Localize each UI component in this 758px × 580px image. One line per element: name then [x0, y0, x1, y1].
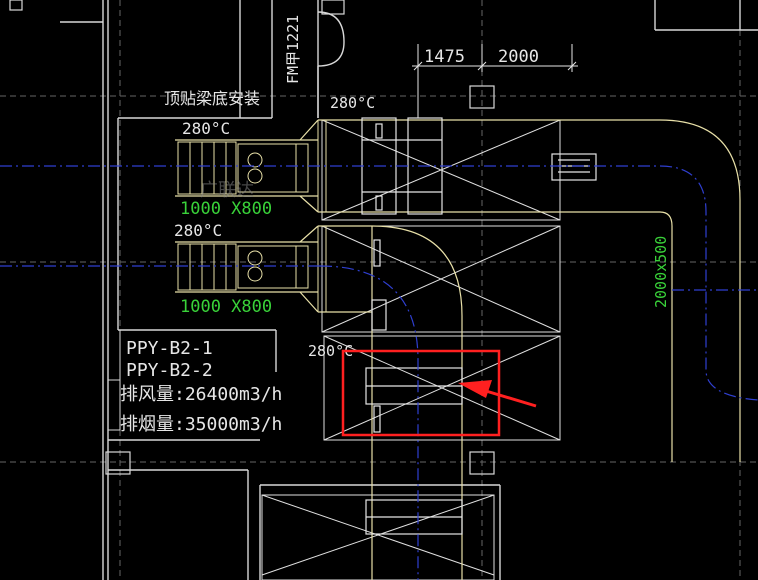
duct-size-lower: 1000 X800 [180, 297, 272, 317]
dampers [361, 117, 597, 535]
dimension-2000: 2000 [498, 47, 539, 67]
vertical-duct-size: 2000x500 [652, 236, 670, 308]
smoke-exhaust-volume: 排烟量:35000m3/h [120, 414, 282, 435]
watermark: 广联达 [200, 180, 254, 201]
install-note: 顶贴梁底安装 [164, 89, 260, 108]
system-id-2: PPY-B2-2 [126, 360, 213, 381]
dimension-1475: 1475 [424, 47, 465, 67]
legend-box [107, 330, 121, 431]
door-tag: FM甲1221 [284, 15, 302, 84]
grid-lines [0, 0, 758, 580]
duct-size-upper: 1000 X800 [180, 199, 272, 219]
temp-label-b: 280°C [174, 221, 222, 240]
exhaust-air-volume: 排风量:26400m3/h [120, 384, 282, 405]
pointer-arrow [458, 380, 537, 408]
system-id-1: PPY-B2-1 [126, 338, 213, 359]
temp-label-a: 280°C [182, 119, 230, 138]
temp-label-c: 280°C [330, 94, 375, 112]
centerlines [0, 165, 758, 580]
cad-drawing-canvas[interactable]: 顶贴梁底安装 280°C 280°C 280°C 280°C 1000 X800… [0, 0, 758, 580]
